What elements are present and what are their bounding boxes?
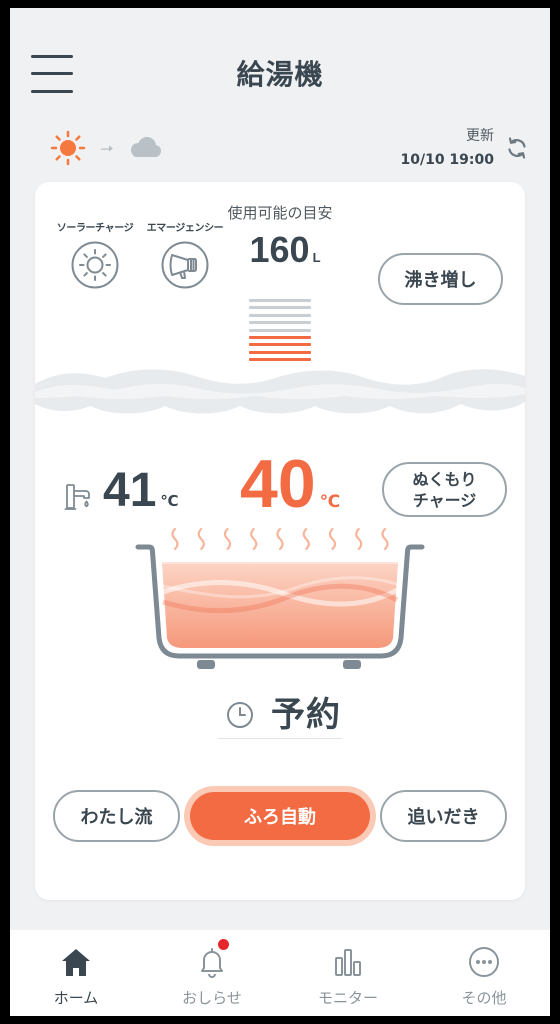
gauge-segment-filled (249, 335, 311, 339)
gauge-segment-filled (249, 350, 311, 354)
faucet-temperature-value: 41 (103, 464, 157, 517)
gauge-segment-empty (249, 321, 311, 325)
nav-item-notifications[interactable]: おしらせ (144, 930, 280, 1016)
bath-temperature[interactable]: 40 ℃ (240, 450, 340, 518)
nav-label: ホーム (53, 989, 99, 1007)
notification-badge (216, 937, 231, 952)
gauge-segment-filled (249, 343, 311, 347)
more-icon (469, 947, 499, 977)
faucet-temperature: 41 ℃ (103, 467, 179, 515)
nav-item-monitor[interactable]: モニター (280, 930, 416, 1016)
boost-heating-button[interactable]: 沸き増し (378, 253, 503, 305)
sun-icon (50, 130, 86, 166)
gauge-segment-empty (249, 306, 311, 310)
nav-item-more[interactable]: その他 (416, 930, 552, 1016)
home-icon (62, 949, 90, 976)
bathtub-icon (135, 544, 425, 669)
gauge-segment-empty (249, 313, 311, 317)
clock-icon (227, 702, 253, 728)
mode-button-label: わたし流 (80, 807, 153, 828)
mode-button-label: 追いだき (407, 807, 480, 828)
faucet-temperature-unit: ℃ (160, 492, 179, 510)
sun-outline-icon[interactable] (71, 241, 119, 289)
warmth-charge-label-line1: ぬくもり (412, 469, 477, 489)
tank-gauge (249, 299, 311, 361)
available-amount-unit: L (312, 250, 321, 265)
available-amount-label: 使用可能の目安 (227, 204, 333, 222)
nav-item-home[interactable]: ホーム (8, 930, 144, 1016)
boost-heating-label: 沸き増し (404, 270, 477, 291)
refresh-icon[interactable] (505, 136, 529, 160)
nav-label: その他 (461, 989, 507, 1007)
nav-label: モニター (317, 989, 378, 1007)
update-label: 更新 (466, 128, 494, 144)
solar-charge-label: ソーラーチャージ (56, 223, 134, 234)
nav-label: おしらせ (182, 989, 242, 1007)
cloud-divider (35, 369, 525, 414)
water-heater-card: ソーラーチャージ エマージェンシー 使用可能の目安 160 L 沸き増し 41 … (35, 182, 525, 900)
gauge-segment-empty (249, 328, 311, 332)
available-amount: 160 L (225, 232, 345, 268)
mode-button-furo-auto[interactable]: ふろ自動 (184, 786, 376, 846)
warmth-charge-button[interactable]: ぬくもり チャージ (382, 462, 507, 517)
gauge-segment-empty (249, 299, 311, 302)
bath-temperature-unit: ℃ (319, 492, 341, 512)
available-amount-value: 160 (249, 229, 310, 270)
faucet-icon (64, 484, 90, 510)
update-time: 10/10 19:00 (400, 152, 494, 168)
gauge-segment-filled (249, 358, 311, 361)
megaphone-icon[interactable] (161, 241, 209, 289)
cloud-icon (131, 137, 161, 157)
emergency-label: エマージェンシー (146, 223, 224, 234)
mode-button-label: ふろ自動 (190, 792, 370, 840)
reservation-button[interactable]: 予約 (271, 695, 341, 735)
page-title: 給湯機 (236, 58, 324, 91)
mode-button-oidaki[interactable]: 追いだき (380, 790, 507, 842)
mode-button-watashi-ryu[interactable]: わたし流 (53, 790, 180, 842)
arrow-right-icon (101, 145, 113, 152)
bath-temperature-value: 40 (240, 446, 316, 522)
warmth-charge-label-line2: チャージ (412, 490, 477, 510)
bar-chart-icon (335, 949, 361, 976)
reservation-underline (218, 738, 342, 739)
bottom-nav: ホーム おしらせ モニター その他 (0, 930, 560, 1024)
